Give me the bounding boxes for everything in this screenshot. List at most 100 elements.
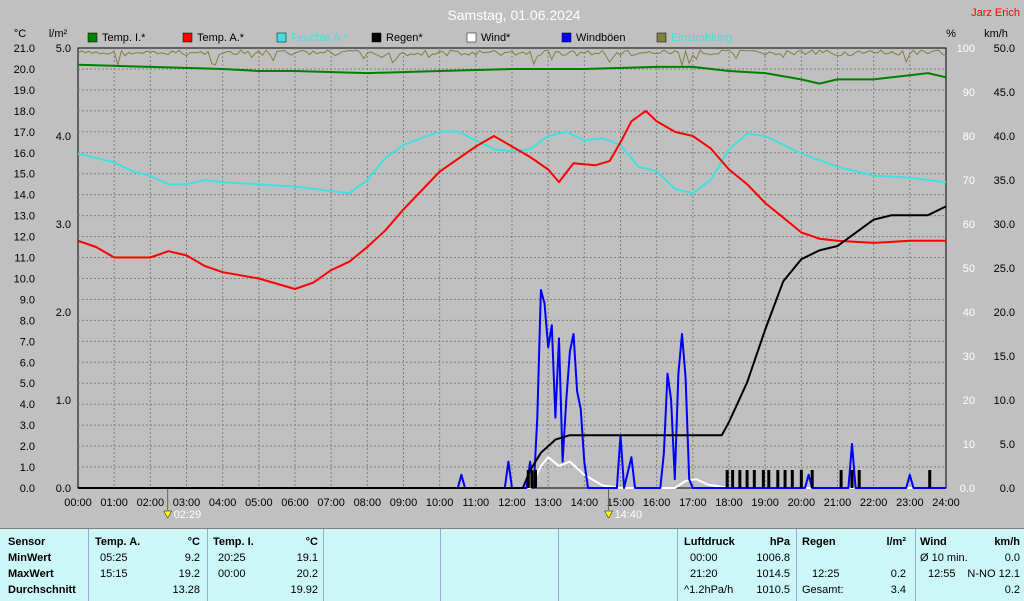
temp-a-max-time: 15:15 (100, 568, 128, 580)
y-tick-humidity: 40 (963, 307, 975, 319)
y-left-temp-unit: °C (14, 28, 26, 40)
temp-i-avg-value: 19.92 (290, 584, 318, 596)
y-tick-temp: 3.0 (20, 420, 35, 432)
y-tick-wind: 30.0 (994, 219, 1015, 231)
y-tick-humidity: 20 (963, 395, 975, 407)
y-tick-humidity: 90 (963, 87, 975, 99)
luftdruck-trend: ^1.2hPa/h (684, 584, 734, 596)
legend-swatch (276, 32, 287, 43)
legend-label: Temp. A.* (197, 32, 245, 44)
temp-i-max-time: 00:00 (218, 568, 246, 580)
legend-swatch (561, 32, 572, 43)
y-tick-wind: 40.0 (994, 131, 1015, 143)
y-right-wind-unit: km/h (984, 28, 1008, 40)
y-tick-temp: 17.0 (14, 127, 35, 139)
y-left-rain-unit: l/m² (49, 28, 68, 40)
x-tick-time: 11:00 (462, 497, 489, 509)
y-tick-temp: 5.0 (20, 378, 35, 390)
luftdruck-min-time: 00:00 (690, 552, 718, 564)
y-tick-rain: 2.0 (56, 307, 71, 319)
sun-marker-label: 02:29 (174, 509, 202, 521)
temp-a-avg-value: 13.28 (172, 584, 200, 596)
regen-max-value: 0.2 (890, 568, 906, 580)
rain-event-bar (725, 470, 729, 488)
y-tick-rain: 1.0 (56, 395, 71, 407)
temp-a-max-value: 19.2 (178, 568, 200, 580)
legend-label: Regen* (386, 32, 423, 44)
y-tick-rain: 5.0 (56, 43, 71, 55)
wind-header: Wind (920, 536, 947, 548)
luftdruck-min-value: 1006.8 (756, 552, 790, 564)
y-tick-wind: 15.0 (994, 351, 1015, 363)
x-tick-time: 20:00 (788, 497, 816, 509)
y-tick-wind: 20.0 (994, 307, 1015, 319)
y-tick-temp: 10.0 (14, 273, 35, 285)
x-tick-time: 19:00 (751, 497, 779, 509)
sun-icon (163, 510, 173, 519)
rain-event-bar (783, 470, 787, 488)
legend-swatch (656, 32, 667, 43)
y-tick-temp: 0.0 (20, 483, 35, 495)
x-tick-time: 12:00 (498, 497, 526, 509)
legend-label: Feuchte A.* (291, 32, 349, 44)
y-tick-temp: 11.0 (14, 253, 35, 265)
row-label-max: MaxWert (8, 568, 54, 580)
y-tick-temp: 14.0 (14, 190, 35, 202)
y-tick-wind: 10.0 (994, 395, 1015, 407)
luftdruck-avg-value: 1010.5 (756, 584, 790, 596)
x-tick-time: 18:00 (715, 497, 743, 509)
x-tick-time: 21:00 (824, 497, 852, 509)
rain-event-bar (799, 470, 803, 488)
y-tick-temp: 18.0 (14, 106, 35, 118)
legend-label: Temp. I.* (102, 32, 146, 44)
legend-swatch (371, 32, 382, 43)
row-label-min: MinWert (8, 552, 52, 564)
sun-icon (604, 510, 613, 519)
y-tick-humidity: 80 (963, 131, 975, 143)
x-tick-time: 02:00 (137, 497, 165, 509)
y-tick-humidity: 100 (957, 43, 975, 55)
y-tick-wind: 50.0 (994, 43, 1015, 55)
y-tick-temp: 9.0 (20, 294, 35, 306)
wind-avg10-label: Ø 10 min. (920, 552, 968, 564)
y-tick-temp: 7.0 (20, 336, 35, 348)
y-tick-humidity: 10 (963, 439, 975, 451)
legend-label: Windböen (576, 32, 626, 44)
y-tick-rain: 3.0 (56, 219, 71, 231)
rain-event-bar (738, 470, 742, 488)
temp-a-min-time: 05:25 (100, 552, 128, 564)
regen-total-label: Gesamt: (802, 584, 844, 596)
rain-event-bar (928, 470, 932, 488)
wind-max-time: 12:55 (928, 568, 956, 580)
legend-label: Einstrahlung (671, 32, 732, 44)
x-tick-time: 10:00 (426, 497, 454, 509)
y-tick-rain: 4.0 (56, 131, 71, 143)
x-tick-time: 09:00 (390, 497, 418, 509)
rain-event-bar (526, 470, 530, 488)
wind-max-value: N-NO 12.1 (967, 568, 1020, 580)
rain-event-bar (534, 470, 538, 488)
y-tick-temp: 2.0 (20, 441, 35, 453)
x-tick-time: 03:00 (173, 497, 201, 509)
sun-marker-label: 14:40 (615, 509, 643, 521)
regen-max-time: 12:25 (812, 568, 840, 580)
temp-i-min-value: 19.1 (296, 552, 318, 564)
x-tick-time: 24:00 (932, 497, 960, 509)
y-tick-temp: 6.0 (20, 357, 35, 369)
regen-unit: l/m² (886, 536, 906, 548)
temp-i-min-time: 20:25 (218, 552, 246, 564)
luftdruck-max-value: 1014.5 (756, 568, 790, 580)
y-tick-temp: 1.0 (20, 462, 35, 474)
temp-i-header: Temp. I. (213, 536, 254, 548)
y-tick-temp: 13.0 (14, 211, 35, 223)
rain-event-bar (810, 470, 814, 488)
y-right-hum-unit: % (946, 28, 956, 40)
rain-event-bar (850, 470, 854, 488)
y-tick-wind: 45.0 (994, 87, 1015, 99)
temp-a-unit: °C (187, 536, 200, 548)
temp-i-unit: °C (305, 536, 318, 548)
legend-swatch (87, 32, 98, 43)
y-tick-humidity: 60 (963, 219, 975, 231)
temp-a-header: Temp. A. (95, 536, 141, 548)
rain-event-bar (530, 470, 534, 488)
